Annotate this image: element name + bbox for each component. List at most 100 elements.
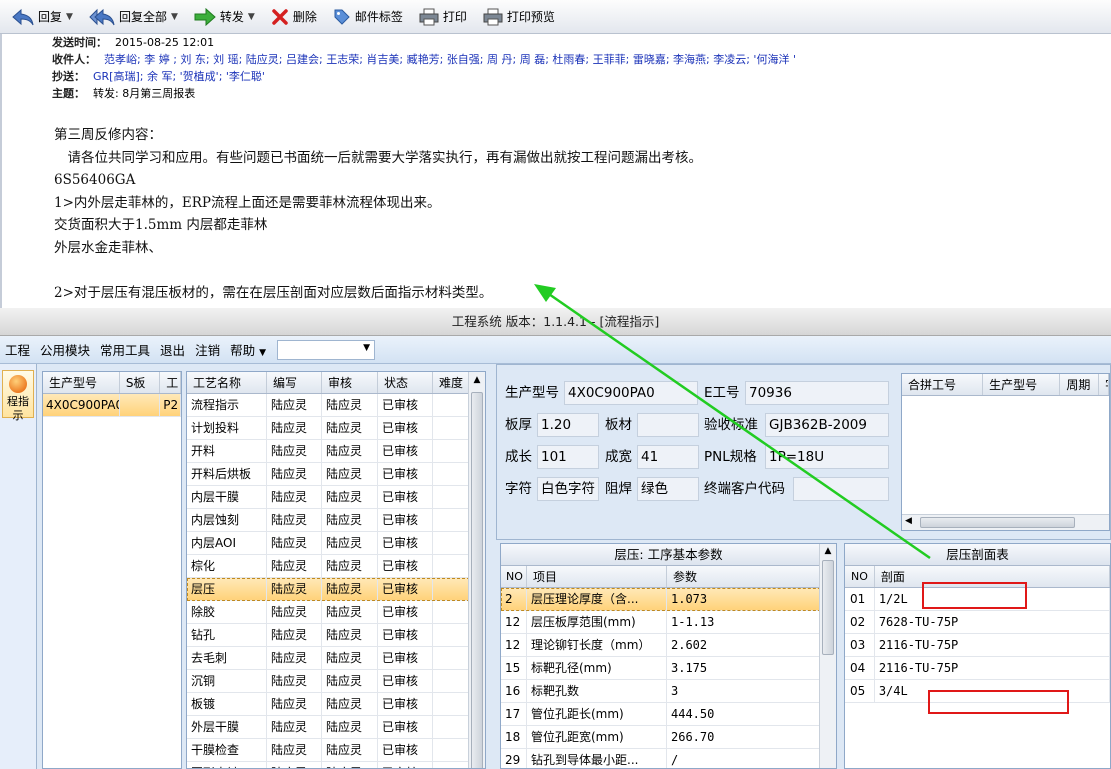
model-field[interactable]: 4X0C900PA0 (564, 381, 698, 405)
table-cell: 已审核 (378, 647, 433, 669)
table-row[interactable]: 29 钻孔到导体最小距... / (501, 749, 836, 768)
table-row[interactable]: 图形电镀陆应灵陆应灵已审核 (187, 762, 485, 768)
table-cell: 计划投料 (187, 417, 267, 439)
table-row[interactable]: 18 管位孔距宽(mm) 266.70 (501, 726, 836, 749)
table-row[interactable]: 沉铜 陆应灵 陆应灵 已审核 (187, 670, 485, 693)
table-row[interactable]: 4X0C900PA0 P2 (43, 394, 181, 417)
width-field[interactable]: 41 (637, 445, 699, 469)
menu-engineering[interactable]: 工程 (0, 340, 35, 359)
process-grid-scrollbar[interactable]: ▲ (468, 372, 485, 768)
solder-mask-field[interactable]: 绿色 (637, 477, 699, 501)
table-cell: 陆应灵 (322, 463, 378, 485)
table-cell: 已审核 (378, 670, 433, 692)
chevron-down-icon[interactable]: ▼ (66, 12, 73, 22)
table-row[interactable]: 外层干膜 陆应灵 陆应灵 已审核 (187, 716, 485, 739)
table-cell (433, 463, 470, 485)
table-row[interactable]: 除胶 陆应灵 陆应灵 已审核 (187, 601, 485, 624)
table-row[interactable]: 02 7628-TU-75P (845, 611, 1110, 634)
menu-combo-box[interactable]: ▼ (277, 339, 375, 360)
table-row[interactable]: 12 理论铆钉长度（mm） 2.602 (501, 634, 836, 657)
nav-process-indicator[interactable]: 程指示 (2, 370, 34, 422)
product-grid: 生产型号 S板 工 4X0C900PA0 P2 (42, 371, 182, 769)
table-row[interactable]: 内层干膜 陆应灵 陆应灵 已审核 (187, 486, 485, 509)
scroll-left-icon[interactable]: ◀ (905, 516, 912, 526)
table-cell: 除胶 (187, 601, 267, 623)
table-row[interactable]: 棕化 陆应灵 陆应灵 已审核 (187, 555, 485, 578)
silkscreen-field[interactable]: 白色字符 (537, 477, 599, 501)
table-cell: 陆应灵 (322, 440, 378, 462)
table-row[interactable]: 15 标靶孔径(mm) 3.175 (501, 657, 836, 680)
table-row[interactable]: 16 标靶孔数 3 (501, 680, 836, 703)
e-number-field[interactable]: 70936 (745, 381, 889, 405)
merge-grid-hscrollbar[interactable]: ◀ (902, 514, 1109, 530)
menu-exit[interactable]: 退出 (155, 340, 190, 359)
reply-button[interactable]: 回复 ▼ (6, 4, 79, 30)
table-cell: 陆应灵 (322, 647, 378, 669)
pnl-spec-field[interactable]: 1P=18U (765, 445, 889, 469)
table-row[interactable]: 03 2116-TU-75P (845, 634, 1110, 657)
menu-common-module[interactable]: 公用模块 (35, 340, 95, 359)
forward-button[interactable]: 转发 ▼ (188, 4, 261, 30)
table-row[interactable]: 开料后烘板 陆应灵 陆应灵 已审核 (187, 463, 485, 486)
table-row[interactable]: 层压 陆应灵 陆应灵 已审核 (187, 578, 485, 601)
table-row[interactable]: 流程指示 陆应灵 陆应灵 已审核 (187, 394, 485, 417)
table-cell: 266.70 (667, 726, 820, 748)
recipients-list[interactable]: 范孝峪; 李 婷 ; 刘 东; 刘 瑶; 陆应灵; 吕建会; 王志荣; 肖吉美;… (104, 53, 796, 66)
table-row[interactable]: 计划投料 陆应灵 陆应灵 已审核 (187, 417, 485, 440)
table-cell: 16 (501, 680, 527, 702)
delete-button[interactable]: 删除 (265, 4, 323, 30)
email-header: 发送时间： 2015-08-25 12:01 收件人： 范孝峪; 李 婷 ; 刘 东… (52, 34, 1111, 102)
menu-logout[interactable]: 注销 (190, 340, 225, 359)
table-cell (433, 762, 470, 768)
table-cell: 内层蚀刻 (187, 509, 267, 531)
mail-tag-button[interactable]: 邮件标签 (327, 4, 409, 30)
cc-list[interactable]: GR[高瑞]; 余 军; '贺植成'; '李仁聪' (93, 70, 265, 83)
table-cell: 陆应灵 (267, 716, 322, 738)
reply-all-button[interactable]: 回复全部 ▼ (83, 4, 184, 30)
scrollbar-thumb[interactable] (471, 392, 483, 768)
scrollbar-thumb[interactable] (822, 560, 834, 655)
chevron-down-icon[interactable]: ▼ (171, 12, 178, 22)
table-cell: 陆应灵 (322, 762, 378, 768)
table-row[interactable]: 去毛刺 陆应灵 陆应灵 已审核 (187, 647, 485, 670)
table-row[interactable]: 开料 陆应灵 陆应灵 已审核 (187, 440, 485, 463)
table-row[interactable]: 内层AOI 陆应灵 陆应灵 已审核 (187, 532, 485, 555)
subject-row: 主题： 转发: 8月第三周报表 (52, 87, 196, 100)
tag-icon (334, 9, 350, 25)
scroll-up-icon[interactable]: ▲ (469, 372, 485, 388)
length-field[interactable]: 101 (537, 445, 599, 469)
print-button[interactable]: 打印 (413, 4, 473, 30)
table-cell: 干膜检查 (187, 739, 267, 761)
table-row[interactable]: 17 管位孔距长(mm) 444.50 (501, 703, 836, 726)
table-cell: 已审核 (378, 394, 433, 416)
table-row[interactable]: 04 2116-TU-75P (845, 657, 1110, 680)
menu-tools[interactable]: 常用工具 (95, 340, 155, 359)
chevron-down-icon[interactable]: ▼ (248, 12, 255, 22)
menu-help[interactable]: 帮助 ▼ (225, 340, 271, 359)
scrollbar-thumb[interactable] (920, 517, 1075, 528)
table-row[interactable]: 2 层压理论厚度（含... 1.073 (501, 588, 836, 611)
body-line: 请各位共同学习和应用。有些问题已书面统一后就需要大学落实执行，再有漏做出就按工程… (54, 149, 702, 166)
table-row[interactable]: 内层蚀刻 陆应灵 陆应灵 已审核 (187, 509, 485, 532)
customer-code-field[interactable] (793, 477, 889, 501)
table-row[interactable]: 12 层压板厚范围(mm) 1-1.13 (501, 611, 836, 634)
table-cell (433, 532, 470, 554)
material-field[interactable] (637, 413, 699, 437)
table-cell: 陆应灵 (322, 624, 378, 646)
table-row[interactable]: 板镀 陆应灵 陆应灵 已审核 (187, 693, 485, 716)
params-title: 层压: 工序基本参数 (501, 544, 836, 566)
engineering-app-window: 工程系统 版本：1.1.4.1 - [流程指示] 工程 公用模块 常用工具 退出… (0, 308, 1111, 769)
table-row[interactable]: 干膜检查 陆应灵 陆应灵 已审核 (187, 739, 485, 762)
table-cell: 陆应灵 (267, 601, 322, 623)
table-cell: 棕化 (187, 555, 267, 577)
table-cell: 444.50 (667, 703, 820, 725)
stackup-title: 层压剖面表 (845, 544, 1110, 566)
cc-row: 抄送： GR[高瑞]; 余 军; '贺植成'; '李仁聪' (52, 70, 265, 83)
acceptance-standard-field[interactable]: GJB362B-2009 (765, 413, 889, 437)
table-cell: 层压理论厚度（含... (527, 588, 667, 610)
params-scrollbar[interactable]: ▲ (819, 544, 836, 768)
table-row[interactable]: 钻孔 陆应灵 陆应灵 已审核 (187, 624, 485, 647)
thickness-field[interactable]: 1.20 (537, 413, 599, 437)
scroll-up-icon[interactable]: ▲ (820, 544, 836, 558)
print-preview-button[interactable]: 打印预览 (477, 4, 561, 30)
